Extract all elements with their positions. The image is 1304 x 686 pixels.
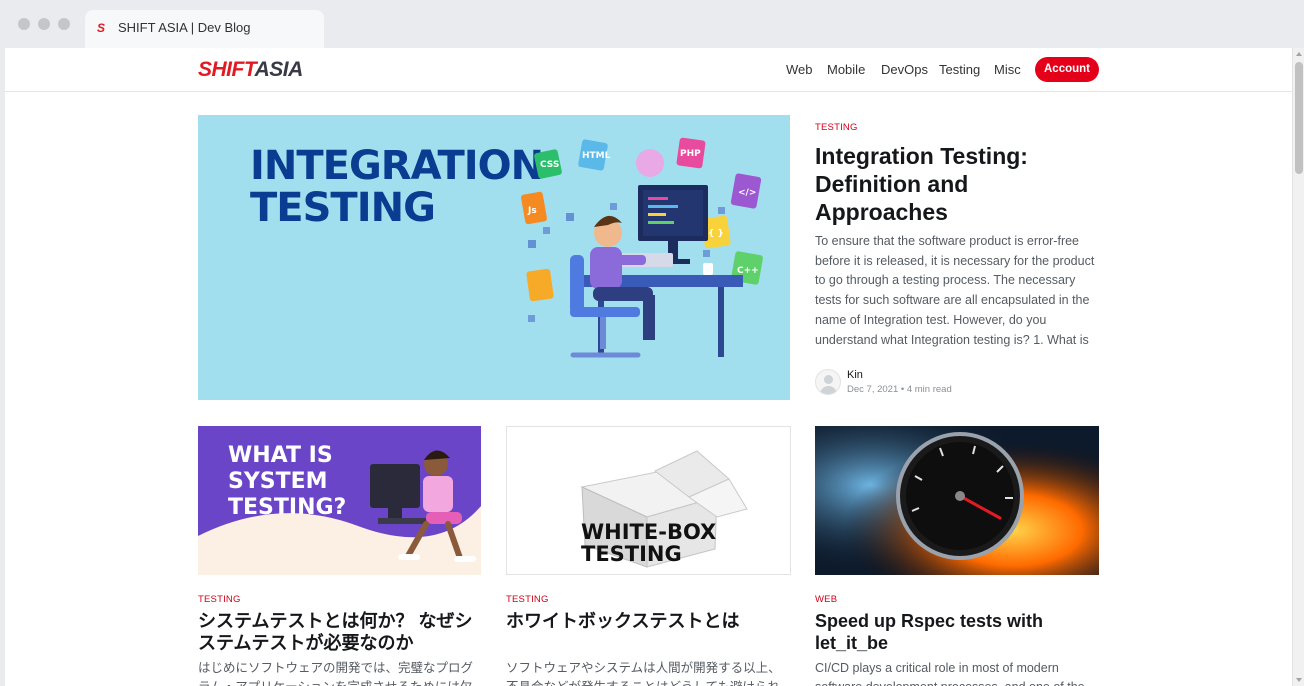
white-box-illustration: WHITE-BOX TESTING — [580, 450, 748, 568]
card-3-tag[interactable]: WEB — [815, 594, 837, 605]
nav-link-testing[interactable]: Testing — [939, 62, 980, 78]
featured-post-tag[interactable]: TESTING — [815, 122, 858, 133]
card-1-tag[interactable]: TESTING — [198, 594, 241, 605]
svg-text:HTML: HTML — [582, 151, 611, 161]
card-image-system-testing[interactable]: WHAT IS SYSTEM TESTING? — [198, 426, 481, 575]
card-2-tag[interactable]: TESTING — [506, 594, 549, 605]
window-close-button[interactable] — [18, 18, 30, 30]
svg-text:TESTING: TESTING — [581, 542, 682, 566]
svg-text:TESTING?: TESTING? — [228, 495, 346, 520]
page-viewport: SHIFTASIA Web Mobile DevOps Testing Misc… — [5, 48, 1292, 686]
svg-text:WHITE-BOX: WHITE-BOX — [581, 520, 716, 544]
featured-post-author[interactable]: Kin — [847, 369, 863, 381]
svg-text:{ }: { } — [708, 229, 724, 239]
account-button[interactable]: Account — [1035, 57, 1099, 82]
author-avatar-icon[interactable] — [815, 369, 841, 395]
browser-tab-bar: S SHIFT ASIA | Dev Blog — [0, 0, 1304, 48]
shift-asia-favicon-icon: S — [97, 21, 106, 35]
featured-post-image[interactable]: INTEGRATION TESTING CSS HTML PHP </> Js … — [198, 115, 790, 400]
speedometer-illustration — [815, 426, 1099, 575]
developer-illustration: CSS HTML PHP </> Js { } C++ — [521, 137, 763, 358]
system-testing-illustration: WHAT IS SYSTEM TESTING? — [198, 443, 481, 575]
nav-link-web[interactable]: Web — [786, 62, 813, 78]
logo-text-asia: ASIA — [254, 58, 304, 81]
scrollbar-thumb[interactable] — [1295, 62, 1303, 174]
featured-post-read-time: 4 min read — [906, 384, 952, 395]
svg-text:</>: </> — [738, 188, 756, 198]
featured-post-title[interactable]: Integration Testing: Definition and Appr… — [815, 142, 1095, 226]
featured-post-meta: Dec 7, 2021 • 4 min read — [847, 384, 952, 395]
card-2-excerpt: ソフトウェアやシステムは人間が開発する以上、不具合などが発生することはどうしても… — [506, 661, 781, 686]
card-3-title[interactable]: Speed up Rspec tests with let_it_be — [815, 610, 1100, 654]
card-image-speedometer[interactable] — [815, 426, 1099, 575]
card-2-title[interactable]: ホワイトボックステストとは — [506, 610, 791, 632]
svg-text:SYSTEM: SYSTEM — [228, 469, 328, 494]
card-1-title[interactable]: システムテストとは何か？ なぜシステムテストが必要なのか — [198, 610, 483, 654]
nav-link-misc[interactable]: Misc — [994, 62, 1021, 78]
card-1-excerpt: はじめにソフトウェアの開発では、完璧なプログラム・アプリケーションを完成させるた… — [198, 661, 474, 686]
nav-link-mobile[interactable]: Mobile — [827, 62, 865, 78]
card-3-excerpt: CI/CD plays a critical role in most of m… — [815, 661, 1085, 686]
svg-text:C++: C++ — [737, 266, 759, 276]
scroll-up-arrow-icon[interactable] — [1296, 52, 1302, 56]
featured-post-date: Dec 7, 2021 — [847, 384, 899, 395]
window-maximize-button[interactable] — [58, 18, 70, 30]
nav-link-devops[interactable]: DevOps — [881, 62, 928, 78]
vertical-scrollbar[interactable] — [1292, 48, 1304, 686]
window-minimize-button[interactable] — [38, 18, 50, 30]
featured-post-excerpt: To ensure that the software product is e… — [815, 234, 1095, 347]
svg-text:WHAT IS: WHAT IS — [228, 443, 333, 468]
site-logo[interactable]: SHIFTASIA — [198, 58, 303, 82]
card-image-white-box-testing[interactable]: WHITE-BOX TESTING — [506, 426, 791, 575]
browser-tab-title: SHIFT ASIA | Dev Blog — [118, 20, 251, 35]
svg-text:PHP: PHP — [680, 149, 701, 159]
svg-text:CSS: CSS — [540, 160, 559, 170]
site-header: SHIFTASIA Web Mobile DevOps Testing Misc… — [5, 48, 1292, 92]
scroll-down-arrow-icon[interactable] — [1296, 678, 1302, 682]
browser-tab[interactable]: S SHIFT ASIA | Dev Blog — [85, 10, 324, 48]
svg-text:Js: Js — [527, 206, 537, 216]
logo-text-shift: SHIFT — [198, 58, 255, 81]
